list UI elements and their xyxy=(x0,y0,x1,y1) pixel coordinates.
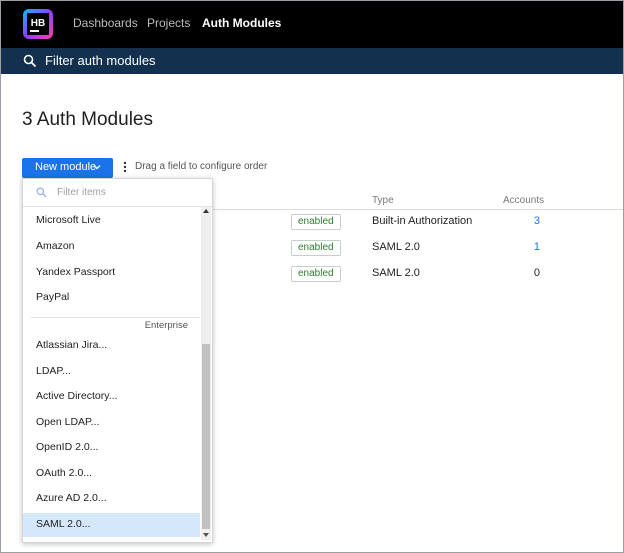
list-item[interactable]: Open LDAP... xyxy=(23,411,200,435)
module-type: Built-in Authorization xyxy=(372,215,473,227)
page-title: 3 Auth Modules xyxy=(22,109,153,130)
list-item[interactable]: OpenID 2.0... xyxy=(23,436,200,460)
accounts-count-link[interactable]: 1 xyxy=(534,241,540,253)
table-header-divider xyxy=(213,209,623,210)
column-header-type[interactable]: Type xyxy=(372,195,394,206)
app-window: HB Dashboards Projects Auth Modules Filt… xyxy=(0,0,624,553)
list-item[interactable]: Amazon xyxy=(23,235,200,259)
chevron-down-icon xyxy=(93,165,101,170)
list-item[interactable]: OAuth 2.0... xyxy=(23,462,200,486)
filter-bar[interactable]: Filter auth modules xyxy=(1,48,623,74)
table-row[interactable]: enabled Built-in Authorization 3 xyxy=(213,211,623,235)
list-item[interactable]: Azure AD 2.0... xyxy=(23,487,200,511)
list-item[interactable]: PayPal xyxy=(23,286,200,310)
list-item[interactable]: LDAP... xyxy=(23,360,200,384)
new-module-dropdown: Microsoft Live Amazon Yandex Passport Pa… xyxy=(22,178,213,543)
drag-handle-icon[interactable] xyxy=(123,161,127,173)
search-icon xyxy=(23,54,37,68)
module-type: SAML 2.0 xyxy=(372,241,420,253)
status-badge: enabled xyxy=(291,240,341,256)
filter-bar-label: Filter auth modules xyxy=(45,53,156,68)
filter-items-input[interactable] xyxy=(57,184,197,200)
list-item[interactable]: Yandex Passport xyxy=(23,261,200,285)
module-type: SAML 2.0 xyxy=(372,267,420,279)
top-navigation-bar: HB Dashboards Projects Auth Modules xyxy=(1,1,623,48)
drag-hint-text: Drag a field to configure order xyxy=(135,161,268,172)
accounts-count: 0 xyxy=(533,267,540,279)
nav-dashboards[interactable]: Dashboards xyxy=(73,16,138,30)
table-row[interactable]: enabled SAML 2.0 1 xyxy=(213,237,623,261)
status-badge: enabled xyxy=(291,266,341,282)
logo-text: HB xyxy=(31,18,45,29)
list-item[interactable]: Active Directory... xyxy=(23,385,200,409)
new-module-label: New module xyxy=(35,161,97,173)
scroll-up-arrow-icon[interactable] xyxy=(203,209,209,213)
new-module-button[interactable]: New module xyxy=(22,158,113,178)
dropdown-search xyxy=(23,179,212,207)
list-item[interactable]: Atlassian Jira... xyxy=(23,334,200,358)
dropdown-scrollbar[interactable] xyxy=(201,207,211,540)
accounts-count-link[interactable]: 3 xyxy=(534,215,540,227)
column-header-accounts[interactable]: Accounts xyxy=(503,195,544,206)
nav-auth-modules[interactable]: Auth Modules xyxy=(202,16,281,30)
group-label-enterprise: Enterprise xyxy=(144,320,188,331)
list-item[interactable]: Microsoft Live xyxy=(23,209,200,233)
table-row[interactable]: enabled SAML 2.0 0 xyxy=(213,263,623,287)
drag-hint: Drag a field to configure order xyxy=(123,161,267,173)
scroll-down-arrow-icon[interactable] xyxy=(203,533,209,537)
status-badge: enabled xyxy=(291,214,341,230)
search-icon xyxy=(36,187,47,198)
list-item-selected[interactable]: SAML 2.0... xyxy=(23,513,200,537)
dropdown-list: Microsoft Live Amazon Yandex Passport Pa… xyxy=(23,207,200,540)
group-divider xyxy=(31,317,200,318)
scrollbar-thumb[interactable] xyxy=(202,344,210,529)
nav-projects[interactable]: Projects xyxy=(147,16,190,30)
hub-logo[interactable]: HB xyxy=(23,9,53,39)
